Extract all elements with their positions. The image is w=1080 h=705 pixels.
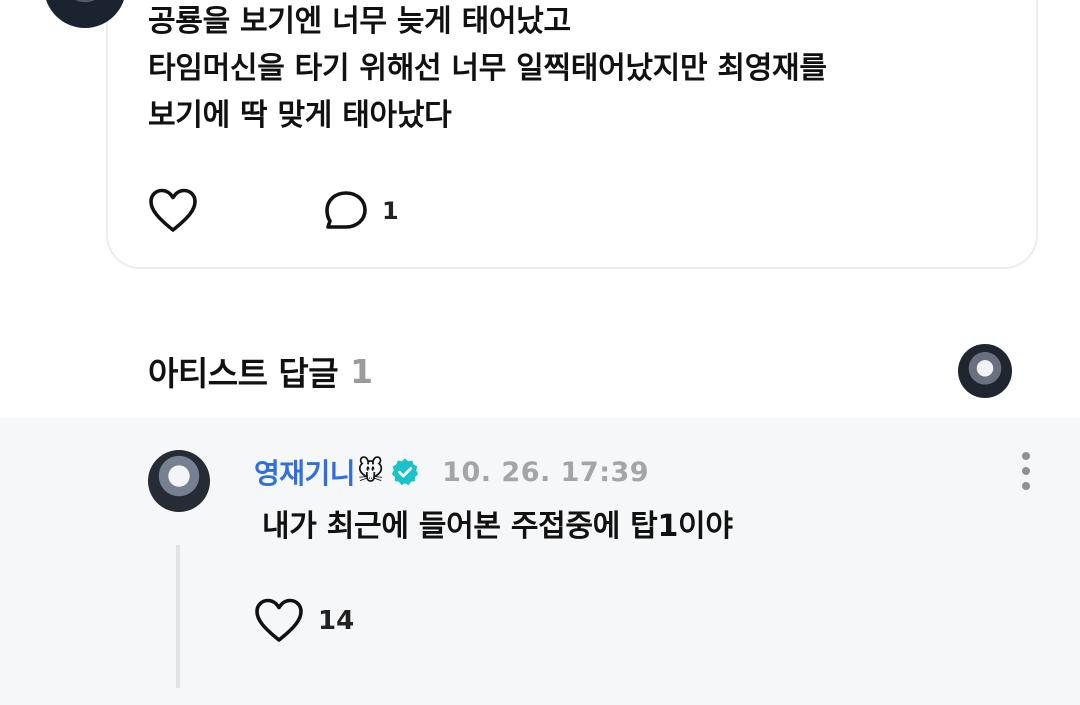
- section-count: 1: [350, 351, 374, 391]
- artist-avatar[interactable]: [958, 344, 1012, 398]
- more-dot: [1022, 482, 1030, 490]
- heart-outline-icon: [255, 598, 303, 642]
- post-line: 타임머신을 타기 위해선 너무 일찍태어났지만 최영재를: [148, 51, 827, 86]
- heart-outline-icon: [149, 188, 197, 232]
- reply-meta: 영재기니 🐭 10. 26. 17:39: [254, 450, 649, 494]
- more-dot: [1022, 452, 1030, 460]
- reply-author-name[interactable]: 영재기니: [254, 452, 356, 492]
- comment-button[interactable]: 1: [324, 186, 399, 236]
- comment-bubble-icon: [325, 191, 367, 229]
- section-title: 아티스트 답글: [148, 354, 339, 393]
- reply-actions: 14: [254, 596, 354, 646]
- reply-like-count: 14: [318, 606, 355, 636]
- post-body: 공룡을 보기엔 너무 늦게 태어났고 타임머신을 타기 위해선 너무 일찍태어났…: [148, 0, 1008, 139]
- reply-like-button[interactable]: 14: [254, 598, 354, 644]
- mouse-emoji-icon: 🐭: [357, 457, 385, 487]
- verified-badge-icon: [391, 458, 419, 486]
- more-options-button[interactable]: [1010, 452, 1042, 490]
- thread-line: [176, 545, 180, 688]
- more-dot: [1022, 467, 1030, 475]
- like-button[interactable]: [148, 186, 200, 236]
- post-line: 보기에 딱 맞게 태아났다: [148, 98, 452, 133]
- artist-reply-header: 아티스트 답글 1: [148, 345, 373, 397]
- reply-text: 내가 최근에 들어본 주접중에 탑1이야: [262, 509, 733, 544]
- reply-timestamp: 10. 26. 17:39: [442, 456, 650, 488]
- reply-author-avatar[interactable]: [148, 450, 210, 512]
- post-line: 공룡을 보기엔 너무 늦게 태어났고: [148, 4, 571, 39]
- post-actions: 1: [148, 186, 399, 236]
- comment-count: 1: [382, 197, 399, 225]
